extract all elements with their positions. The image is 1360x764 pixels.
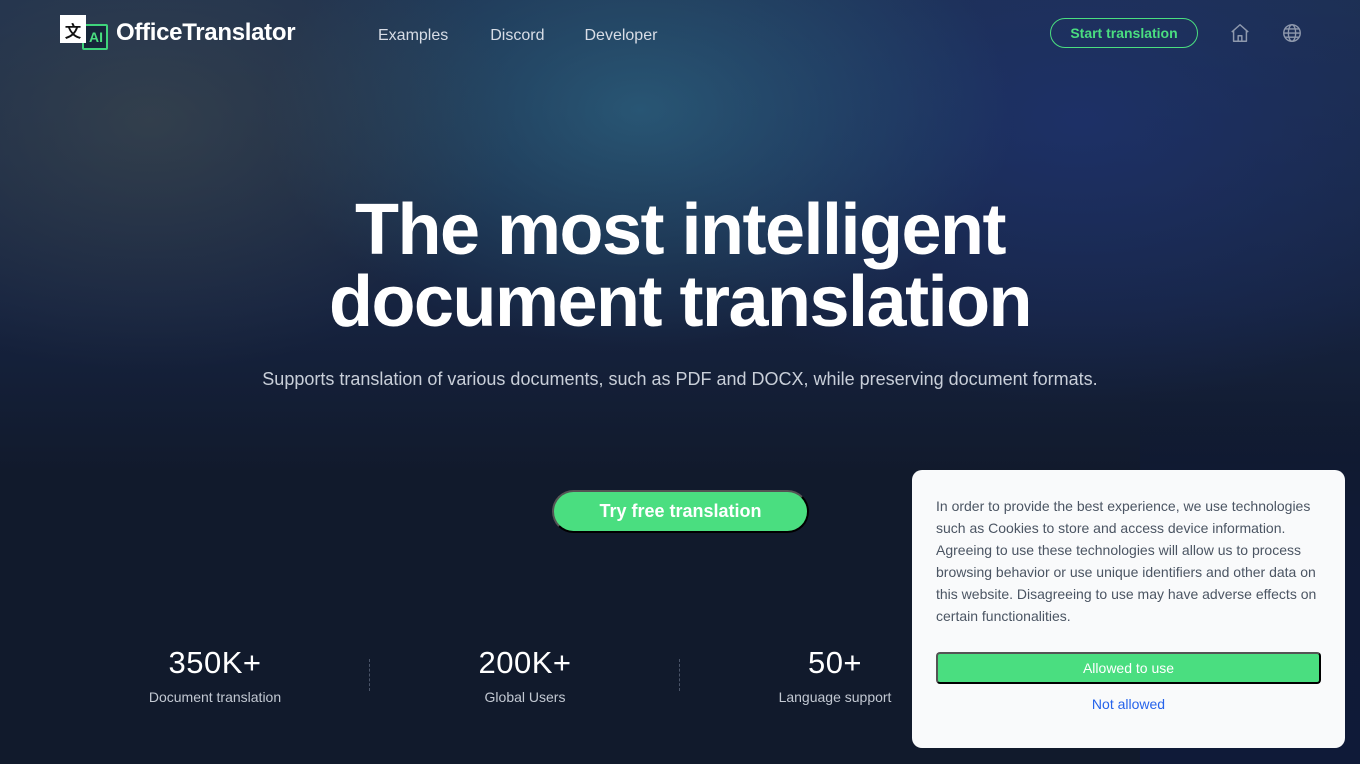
site-header: 文 AI OfficeTranslator Examples Discord D… xyxy=(0,0,1360,70)
deny-cookies-button[interactable]: Not allowed xyxy=(936,696,1321,712)
main-nav: Examples Discord Developer xyxy=(378,27,699,45)
stat-users: 200K+ Global Users xyxy=(425,645,625,705)
stat-value: 350K+ xyxy=(168,645,262,680)
globe-icon[interactable] xyxy=(1281,22,1303,44)
hero-title-line2: document translation xyxy=(328,262,1033,342)
translate-logo-icon: 文 AI xyxy=(60,15,108,51)
cookie-message: In order to provide the best experience,… xyxy=(936,498,1317,624)
start-translation-button[interactable]: Start translation xyxy=(1050,18,1198,48)
stat-documents: 350K+ Document translation xyxy=(115,645,315,705)
stat-divider xyxy=(369,659,370,691)
stat-divider xyxy=(679,659,680,691)
stat-value: 200K+ xyxy=(478,645,572,680)
cookie-consent-dialog: In order to provide the best experience,… xyxy=(912,470,1345,748)
stat-languages: 50+ Language support xyxy=(735,645,935,705)
logo-glyph-zh: 文 xyxy=(60,15,86,43)
nav-examples[interactable]: Examples xyxy=(378,27,448,45)
brand-name: OfficeTranslator xyxy=(116,19,296,46)
stat-label: Document translation xyxy=(148,689,282,705)
home-icon[interactable] xyxy=(1229,22,1251,44)
hero-title: The most intelligent document translatio… xyxy=(0,194,1360,338)
nav-discord[interactable]: Discord xyxy=(490,27,544,45)
allow-cookies-button[interactable]: Allowed to use xyxy=(936,652,1321,684)
stat-label: Language support xyxy=(778,689,892,705)
hero-subtitle: Supports translation of various document… xyxy=(262,369,1098,389)
try-free-translation-button[interactable]: Try free translation xyxy=(552,490,809,533)
brand-logo[interactable]: 文 AI OfficeTranslator xyxy=(60,15,296,51)
stat-label: Global Users xyxy=(484,689,566,705)
nav-developer[interactable]: Developer xyxy=(584,27,657,45)
hero-title-line1: The most intelligent xyxy=(354,190,1007,270)
stat-value: 50+ xyxy=(807,645,863,680)
